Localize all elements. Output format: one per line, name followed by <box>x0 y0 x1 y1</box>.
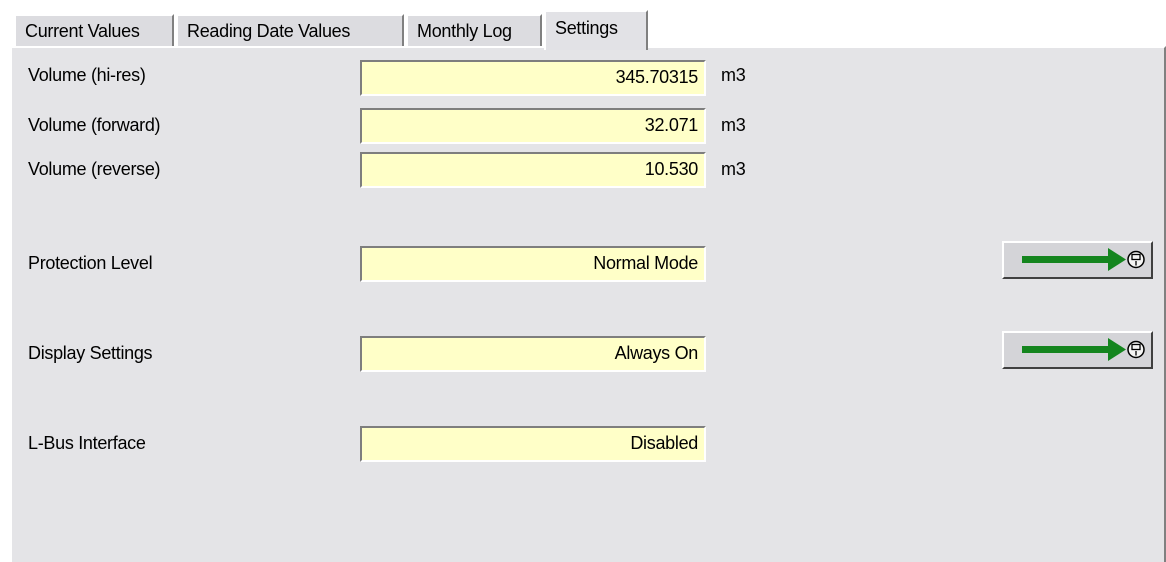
tab-monthly-log[interactable]: Monthly Log <box>406 14 542 48</box>
settings-panel: Volume (hi-res) 345.70315 m3 Volume (for… <box>10 46 1166 562</box>
lbus-interface-label: L-Bus Interface <box>28 433 146 453</box>
volume-hires-unit: m3 <box>721 65 746 85</box>
tab-settings[interactable]: Settings <box>544 10 648 50</box>
meter-settings-window: Current Values Reading Date Values Month… <box>0 0 1166 562</box>
volume-reverse-label: Volume (reverse) <box>28 159 161 179</box>
volume-reverse-field: 10.530 <box>360 152 706 188</box>
apply-display-settings-button[interactable] <box>1002 331 1153 369</box>
volume-hires-label: Volume (hi-res) <box>28 65 146 85</box>
display-settings-label: Display Settings <box>28 343 153 363</box>
volume-forward-label: Volume (forward) <box>28 115 161 135</box>
green-arrow-to-meter-icon <box>1022 248 1145 271</box>
display-settings-field: Always On <box>360 336 706 372</box>
volume-forward-unit: m3 <box>721 115 746 135</box>
tab-current-values[interactable]: Current Values <box>14 14 174 48</box>
volume-hires-field: 345.70315 <box>360 60 706 96</box>
lbus-interface-field: Disabled <box>360 426 706 462</box>
green-arrow-to-meter-icon <box>1022 338 1145 361</box>
volume-forward-field: 32.071 <box>360 108 706 144</box>
apply-protection-level-button[interactable] <box>1002 241 1153 279</box>
protection-level-field: Normal Mode <box>360 246 706 282</box>
volume-reverse-unit: m3 <box>721 159 746 179</box>
tab-reading-date-values[interactable]: Reading Date Values <box>176 14 404 48</box>
protection-level-label: Protection Level <box>28 253 153 273</box>
